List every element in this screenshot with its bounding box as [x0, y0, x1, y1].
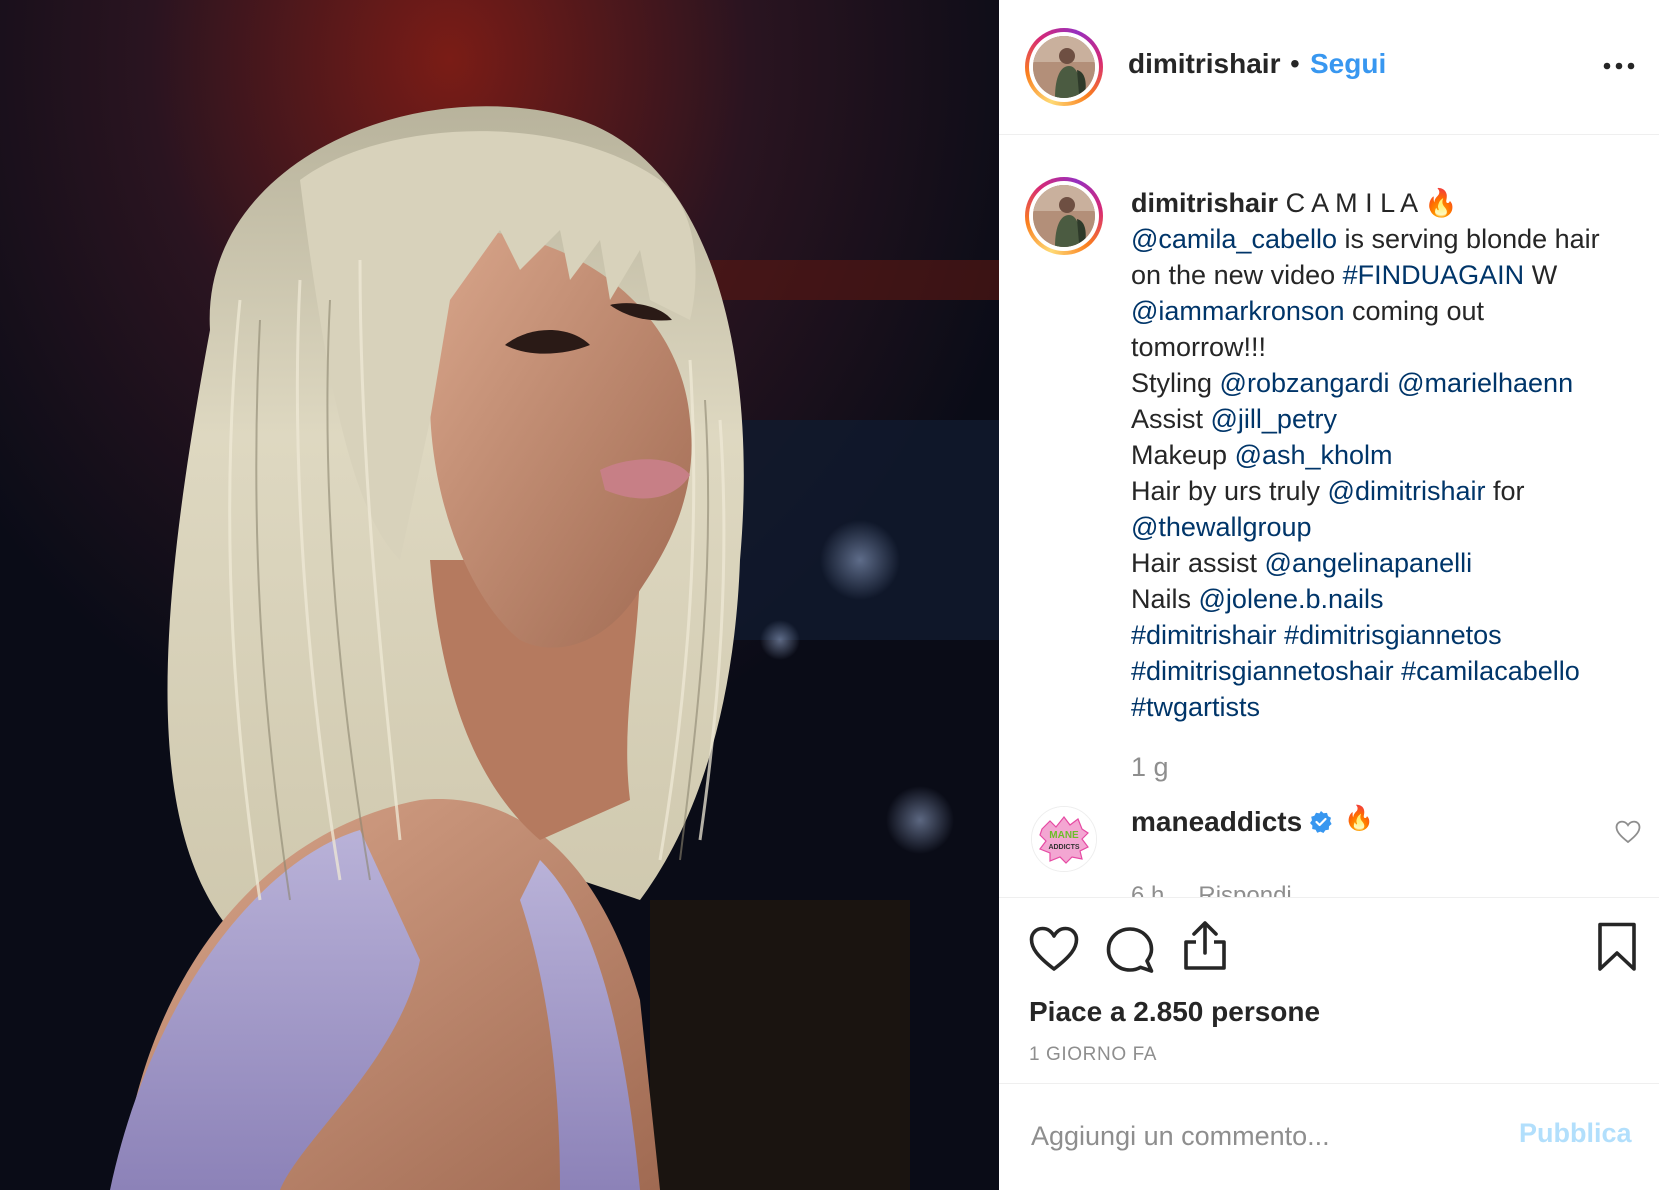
publish-button[interactable]: Pubblica [1519, 1118, 1632, 1149]
hashtag-link[interactable]: #dimitrisgiannetoshair [1131, 656, 1394, 686]
caption-line: #dimitrisgiannetoshair #camilacabello [1131, 653, 1641, 689]
share-icon[interactable] [1182, 920, 1228, 977]
commenter-avatar-text-2: ADDICTS [1048, 844, 1079, 851]
bookmark-icon[interactable] [1597, 922, 1637, 977]
author-username[interactable]: dimitrishair [1128, 48, 1280, 80]
hashtag-link[interactable]: #camilacabello [1401, 656, 1580, 686]
caption-text: 🔥 [1424, 188, 1458, 218]
mention-link[interactable]: @angelinapanelli [1265, 548, 1473, 578]
caption-text [1390, 368, 1398, 398]
comment-time[interactable]: 6 h [1131, 882, 1164, 897]
comment-input[interactable] [1029, 1108, 1503, 1164]
verified-badge-icon [1309, 810, 1333, 839]
caption-text: Styling [1131, 368, 1220, 398]
caption-line: dimitrishair C A M I L A 🔥 [1131, 185, 1641, 221]
post-date[interactable]: 1 GIORNO FA [1029, 1044, 1157, 1066]
separator-dot: • [1290, 48, 1300, 79]
post-actions: Piace a 2.850 persone 1 GIORNO FA [999, 897, 1659, 1081]
caption-line: @camila_cabello is serving blonde hair [1131, 221, 1641, 257]
mention-link[interactable]: @marielhaenn [1397, 368, 1573, 398]
commenter-username[interactable]: maneaddicts [1131, 806, 1302, 838]
mention-link[interactable]: @dimitrishair [1328, 476, 1486, 506]
hashtag-link[interactable]: #FINDUAGAIN [1343, 260, 1525, 290]
caption-line: Assist @jill_petry [1131, 401, 1641, 437]
comment-text: 🔥 [1344, 805, 1374, 832]
caption-text: Assist [1131, 404, 1211, 434]
caption-text: on the new video [1131, 260, 1343, 290]
heart-icon[interactable] [1029, 926, 1079, 977]
caption-text: is serving blonde hair [1337, 224, 1600, 254]
caption-line: Styling @robzangardi @marielhaenn [1131, 365, 1641, 401]
reply-button[interactable]: Rispondi [1198, 882, 1291, 897]
mention-link[interactable]: @jolene.b.nails [1199, 584, 1384, 614]
caption-text [1277, 620, 1285, 650]
mention-link[interactable]: @ash_kholm [1235, 440, 1393, 470]
caption-line: Makeup @ash_kholm [1131, 437, 1641, 473]
post-header: dimitrishair • Segui [999, 0, 1659, 135]
caption-text: tomorrow!!! [1131, 332, 1267, 362]
follow-button[interactable]: Segui [1310, 48, 1386, 80]
post-image [0, 0, 999, 1190]
mention-link[interactable]: @iammarkronson [1131, 296, 1344, 326]
post-caption: dimitrishair C A M I L A 🔥 @camila_cabell… [1131, 185, 1641, 725]
caption-text: Makeup [1131, 440, 1235, 470]
comment-icon[interactable] [1106, 926, 1154, 979]
caption-text: Nails [1131, 584, 1199, 614]
caption-text: for [1485, 476, 1525, 506]
comments-section[interactable]: dimitrishair C A M I L A 🔥 @camila_cabell… [999, 135, 1659, 897]
caption-text: Hair by urs truly [1131, 476, 1328, 506]
comment-meta: 6 h Rispondi [1131, 882, 1326, 897]
caption-time[interactable]: 1 g [1131, 752, 1169, 783]
caption-text: W [1524, 260, 1558, 290]
caption-text: Hair assist [1131, 548, 1265, 578]
mention-link[interactable]: @thewallgroup [1131, 512, 1312, 542]
comment-composer: Pubblica [999, 1083, 1659, 1190]
like-comment-heart-icon[interactable] [1615, 820, 1641, 849]
caption-text: coming out [1344, 296, 1485, 326]
mention-link[interactable]: @jill_petry [1211, 404, 1337, 434]
caption-line: @thewallgroup [1131, 509, 1641, 545]
caption-line: @iammarkronson coming out [1131, 293, 1641, 329]
likes-count[interactable]: Piace a 2.850 persone [1029, 996, 1320, 1028]
caption-line: #twgartists [1131, 689, 1641, 725]
author-avatar[interactable] [1025, 28, 1103, 106]
caption-line: Nails @jolene.b.nails [1131, 581, 1641, 617]
hashtag-link[interactable]: #twgartists [1131, 692, 1260, 722]
caption-author-avatar[interactable] [1025, 177, 1103, 255]
caption-line: #dimitrishair #dimitrisgiannetos [1131, 617, 1641, 653]
commenter-avatar-text-1: MANE [1049, 830, 1079, 841]
caption-line: tomorrow!!! [1131, 329, 1641, 365]
hashtag-link[interactable]: #dimitrishair [1131, 620, 1277, 650]
caption-line: on the new video #FINDUAGAIN W [1131, 257, 1641, 293]
mention-link[interactable]: @camila_cabello [1131, 224, 1337, 254]
post-details-panel: dimitrishair • Segui dimitrishair C A M … [999, 0, 1659, 1190]
caption-username[interactable]: dimitrishair [1131, 188, 1278, 218]
hashtag-link[interactable]: #dimitrisgiannetos [1284, 620, 1502, 650]
more-horizontal-icon[interactable] [1599, 48, 1639, 84]
mention-link[interactable]: @robzangardi [1220, 368, 1390, 398]
post-photo[interactable] [0, 0, 999, 1190]
commenter-avatar[interactable]: MANE ADDICTS [1031, 806, 1097, 872]
caption-line: Hair assist @angelinapanelli [1131, 545, 1641, 581]
caption-text: C A M I L A [1285, 188, 1425, 218]
comment-item: MANE ADDICTS maneaddicts 🔥 6 h Rispondi [999, 790, 1659, 897]
caption-line: Hair by urs truly @dimitrishair for [1131, 473, 1641, 509]
